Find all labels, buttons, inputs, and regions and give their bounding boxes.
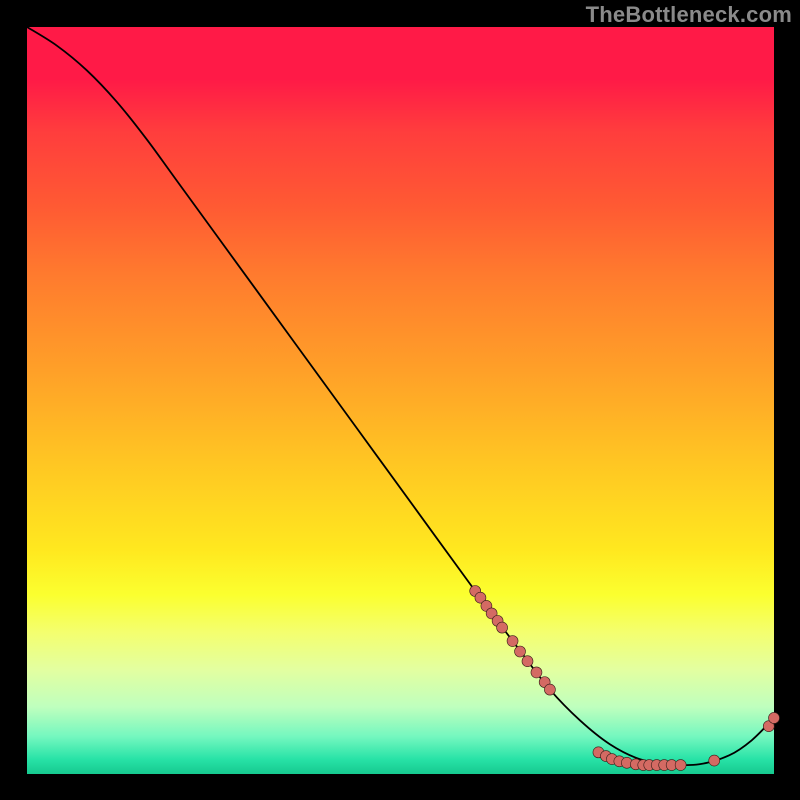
curve-line xyxy=(27,27,774,765)
data-marker xyxy=(531,667,542,678)
data-marker xyxy=(522,656,533,667)
watermark-text: TheBottleneck.com xyxy=(586,2,792,28)
data-marker xyxy=(515,646,526,657)
data-markers xyxy=(470,585,780,770)
data-marker xyxy=(709,755,720,766)
data-marker xyxy=(544,684,555,695)
chart-stage: TheBottleneck.com xyxy=(0,0,800,800)
data-marker xyxy=(497,622,508,633)
chart-overlay xyxy=(27,27,774,774)
data-marker xyxy=(675,760,686,771)
data-marker xyxy=(507,636,518,647)
data-marker xyxy=(769,712,780,723)
